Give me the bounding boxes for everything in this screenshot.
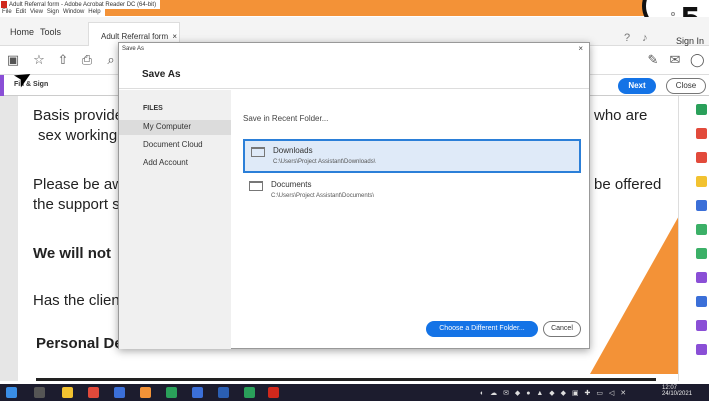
combine-files-icon[interactable] <box>696 200 707 211</box>
files-header: FILES <box>143 105 163 112</box>
window-title: Adult Referral form - Adobe Acrobat Read… <box>9 1 157 8</box>
document-gutter <box>0 96 18 381</box>
doc-line-left: Basis provide <box>33 107 124 124</box>
dialog-titlebar: Save As × <box>119 43 589 55</box>
folder-path: C:\Users\Project Assistant\Documents\ <box>271 193 375 199</box>
cancel-button[interactable]: Cancel <box>543 321 581 337</box>
comment-icon[interactable] <box>696 176 707 187</box>
publisher-icon[interactable] <box>244 387 255 398</box>
doc-line-right: who are <box>594 107 648 124</box>
start-icon[interactable] <box>6 387 17 398</box>
organize-pages-icon[interactable] <box>696 224 707 235</box>
print-icon[interactable]: ⎙ <box>80 53 94 67</box>
menu-file[interactable]: File <box>2 9 12 17</box>
doc-line-left: Has the clien <box>33 292 120 309</box>
nav-add-account[interactable]: Add Account <box>119 156 231 171</box>
tab-close-icon[interactable]: × <box>172 32 177 41</box>
spotify-icon[interactable] <box>166 387 177 398</box>
folder-name: Documents <box>271 180 312 189</box>
close-button[interactable]: Close <box>666 78 706 94</box>
nav-document-cloud[interactable]: Document Cloud <box>119 138 231 153</box>
protect-icon[interactable] <box>696 296 707 307</box>
dialog-close-icon[interactable]: × <box>578 44 583 53</box>
mail-icon[interactable]: ✉ <box>668 53 682 67</box>
decorative-orange-triangle <box>590 214 678 374</box>
dialog-heading: Save As <box>119 55 589 89</box>
dialog-sidebar: FILES My Computer Document Cloud Add Acc… <box>119 90 231 349</box>
word-icon[interactable] <box>218 387 229 398</box>
dialog-window-title: Save As <box>122 46 145 52</box>
doc-line-left: sex working <box>38 127 118 144</box>
edit-pdf-icon[interactable] <box>696 152 707 163</box>
send-for-signature-icon[interactable] <box>696 320 707 331</box>
doc-line-right: be offered <box>594 176 662 193</box>
chrome-icon[interactable] <box>88 387 99 398</box>
doc-line-left: the support s <box>33 196 120 213</box>
sign-tool-icon[interactable] <box>696 344 707 355</box>
next-button[interactable]: Next <box>618 78 656 94</box>
fill-sign-tool-icon[interactable] <box>696 272 707 283</box>
choose-different-folder-button[interactable]: Choose a Different Folder... <box>426 321 538 337</box>
folder-downloads[interactable]: Downloads C:\Users\Project Assistant\Dow… <box>243 139 581 173</box>
folder-icon <box>249 181 263 191</box>
taskbar-clock[interactable]: 12:07 24/10/2021 <box>662 385 692 397</box>
task-view-icon[interactable] <box>34 387 45 398</box>
outlook-icon[interactable] <box>192 387 203 398</box>
create-pdf-icon[interactable] <box>696 128 707 139</box>
menu-view[interactable]: View <box>30 9 43 17</box>
doc-line-left: We will not <box>33 245 112 262</box>
sign-icon[interactable]: ✎ <box>646 53 660 67</box>
scan-icon[interactable] <box>696 248 707 259</box>
save-as-dialog: Save As × Save As FILES My Computer Docu… <box>118 42 590 349</box>
sign-in-link[interactable]: Sign In <box>676 36 704 46</box>
clock-date: 24/10/2021 <box>662 391 693 397</box>
tab-tools[interactable]: Tools <box>40 27 61 37</box>
menu-help[interactable]: Help <box>88 9 100 17</box>
upload-cloud-icon[interactable]: ⇧ <box>56 53 70 67</box>
doc-line-left: Personal De <box>36 335 123 352</box>
menu-bar: File Edit View Sign Window Help <box>0 9 105 17</box>
fill-sign-accent <box>0 75 4 96</box>
tab-home[interactable]: Home <box>10 27 34 37</box>
menu-window[interactable]: Window <box>63 9 84 17</box>
file-explorer-icon[interactable] <box>62 387 73 398</box>
menu-edit[interactable]: Edit <box>16 9 26 17</box>
search-icon[interactable]: ⌕ <box>104 53 118 67</box>
folder-icon <box>251 147 265 157</box>
folder-documents[interactable]: Documents C:\Users\Project Assistant\Doc… <box>243 175 581 209</box>
doc-line-left: Please be aw <box>33 176 124 193</box>
system-tray[interactable]: ◐ ☁ ✉ ◆ ● ▲ ◆ ◆ ▣ ✚ ▭ ◁ ✕ <box>480 389 628 397</box>
tab-document-label: Adult Referral form <box>101 32 169 41</box>
windows-taskbar: ◐ ☁ ✉ ◆ ● ▲ ◆ ◆ ▣ ✚ ▭ ◁ ✕ 12:07 24/10/20… <box>0 384 709 401</box>
nav-my-computer[interactable]: My Computer <box>119 120 231 135</box>
step-dot <box>671 12 675 16</box>
recent-folder-title: Save in Recent Folder... <box>243 114 329 123</box>
doc-table-border <box>36 378 656 381</box>
folder-name: Downloads <box>273 146 313 155</box>
account-icon[interactable]: ◯ <box>690 53 705 67</box>
menu-sign[interactable]: Sign <box>47 9 59 17</box>
folder-path: C:\Users\Project Assistant\Downloads\ <box>273 159 376 165</box>
bell-icon[interactable]: ♪ <box>642 32 648 44</box>
acrobat-taskbar-icon[interactable] <box>268 387 279 398</box>
app-icon[interactable] <box>140 387 151 398</box>
acrobat-icon <box>1 1 7 8</box>
star-icon[interactable]: ☆ <box>32 53 46 67</box>
app-icon[interactable] <box>114 387 125 398</box>
window-titlebar: Adult Referral form - Adobe Acrobat Read… <box>0 0 161 9</box>
tab-right-icons: ? ♪ <box>624 32 648 44</box>
help-icon[interactable]: ? <box>624 32 630 44</box>
export-pdf-icon[interactable] <box>696 104 707 115</box>
